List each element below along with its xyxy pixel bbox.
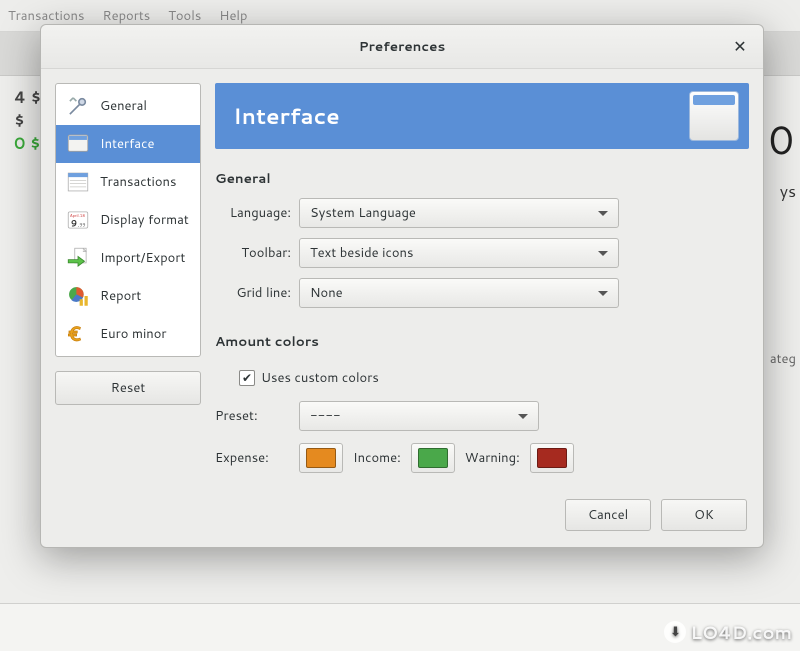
bg-big-number: 0 (769, 110, 794, 167)
sidebar-item-report[interactable]: Report (56, 277, 200, 315)
chevron-down-icon (598, 251, 608, 256)
preset-value: ---- (310, 407, 341, 425)
language-value: System Language (310, 204, 416, 222)
preferences-content: Interface General Language: System Langu… (215, 83, 749, 473)
dialog-footer: Cancel OK (41, 487, 763, 547)
sidebar-item-label: General (100, 97, 147, 115)
menu-transactions[interactable]: Transactions (8, 7, 84, 25)
gridline-label: Grid line: (215, 284, 299, 302)
content-banner: Interface (215, 83, 749, 149)
chevron-down-icon (518, 414, 528, 419)
sidebar-item-label: Transactions (100, 173, 176, 191)
expense-swatch (306, 448, 336, 468)
reset-button-label: Reset (111, 379, 146, 397)
menu-reports[interactable]: Reports (102, 7, 150, 25)
language-combo[interactable]: System Language (299, 198, 619, 228)
sidebar-item-label: Interface (100, 135, 154, 153)
import-icon (64, 244, 92, 272)
section-heading-general: General (215, 169, 749, 188)
expense-color-button[interactable] (299, 443, 343, 473)
warning-label: Warning: (465, 449, 520, 467)
sidebar-item-general[interactable]: General (56, 87, 200, 125)
preset-combo[interactable]: ---- (299, 401, 539, 431)
chevron-down-icon (598, 211, 608, 216)
banner-title: Interface (233, 101, 340, 132)
bg-bottom-strip (0, 603, 800, 651)
euro-icon: € (64, 320, 92, 348)
dialog-titlebar: Preferences ✕ (41, 25, 763, 69)
language-label: Language: (215, 204, 299, 222)
ok-button[interactable]: OK (661, 499, 747, 531)
gridline-value: None (310, 284, 343, 302)
svg-text:,99: ,99 (78, 222, 86, 229)
preferences-sidebar: General Interface Transactions (55, 83, 201, 357)
svg-text:€: € (68, 321, 81, 347)
menu-help[interactable]: Help (219, 7, 247, 25)
section-heading-colors: Amount colors (215, 332, 749, 351)
calendar-icon: April.189,99 (64, 206, 92, 234)
close-button[interactable]: ✕ (727, 33, 753, 59)
gridline-combo[interactable]: None (299, 278, 619, 308)
sidebar-item-import-export[interactable]: Import/Export (56, 239, 200, 277)
income-color-button[interactable] (411, 443, 455, 473)
sidebar-item-label: Euro minor (100, 325, 167, 343)
close-icon: ✕ (733, 35, 746, 58)
toolbar-combo[interactable]: Text beside icons (299, 238, 619, 268)
window-icon (689, 91, 739, 141)
tools-icon (64, 92, 92, 120)
preset-label: Preset: (215, 407, 299, 425)
sidebar-item-interface[interactable]: Interface (56, 125, 200, 163)
window-icon (64, 130, 92, 158)
sidebar-item-transactions[interactable]: Transactions (56, 163, 200, 201)
warning-swatch (537, 448, 567, 468)
chevron-down-icon (598, 291, 608, 296)
sidebar-item-label: Import/Export (100, 249, 185, 267)
list-icon (64, 168, 92, 196)
income-swatch (418, 448, 448, 468)
toolbar-value: Text beside icons (310, 244, 413, 262)
preferences-dialog: Preferences ✕ General Interface (40, 24, 764, 548)
ok-button-label: OK (694, 506, 714, 524)
cancel-button-label: Cancel (588, 506, 628, 524)
menu-tools[interactable]: Tools (168, 7, 201, 25)
custom-colors-checkbox[interactable]: ✔ (239, 370, 255, 386)
warning-color-button[interactable] (530, 443, 574, 473)
custom-colors-label: Uses custom colors (261, 369, 379, 387)
bg-right-text: ys (780, 180, 796, 203)
reset-button[interactable]: Reset (55, 371, 201, 405)
sidebar-item-label: Report (100, 287, 141, 305)
cancel-button[interactable]: Cancel (565, 499, 651, 531)
toolbar-label: Toolbar: (215, 244, 299, 262)
dialog-title: Preferences (359, 37, 445, 56)
piechart-icon (64, 282, 92, 310)
bg-category-text: ateg (770, 350, 796, 368)
sidebar-item-label: Display format (100, 211, 189, 229)
income-label: Income: (353, 449, 401, 467)
sidebar-item-euro-minor[interactable]: € Euro minor (56, 315, 200, 353)
svg-text:9: 9 (71, 217, 77, 230)
expense-label: Expense: (215, 449, 299, 467)
sidebar-item-display-format[interactable]: April.189,99 Display format (56, 201, 200, 239)
